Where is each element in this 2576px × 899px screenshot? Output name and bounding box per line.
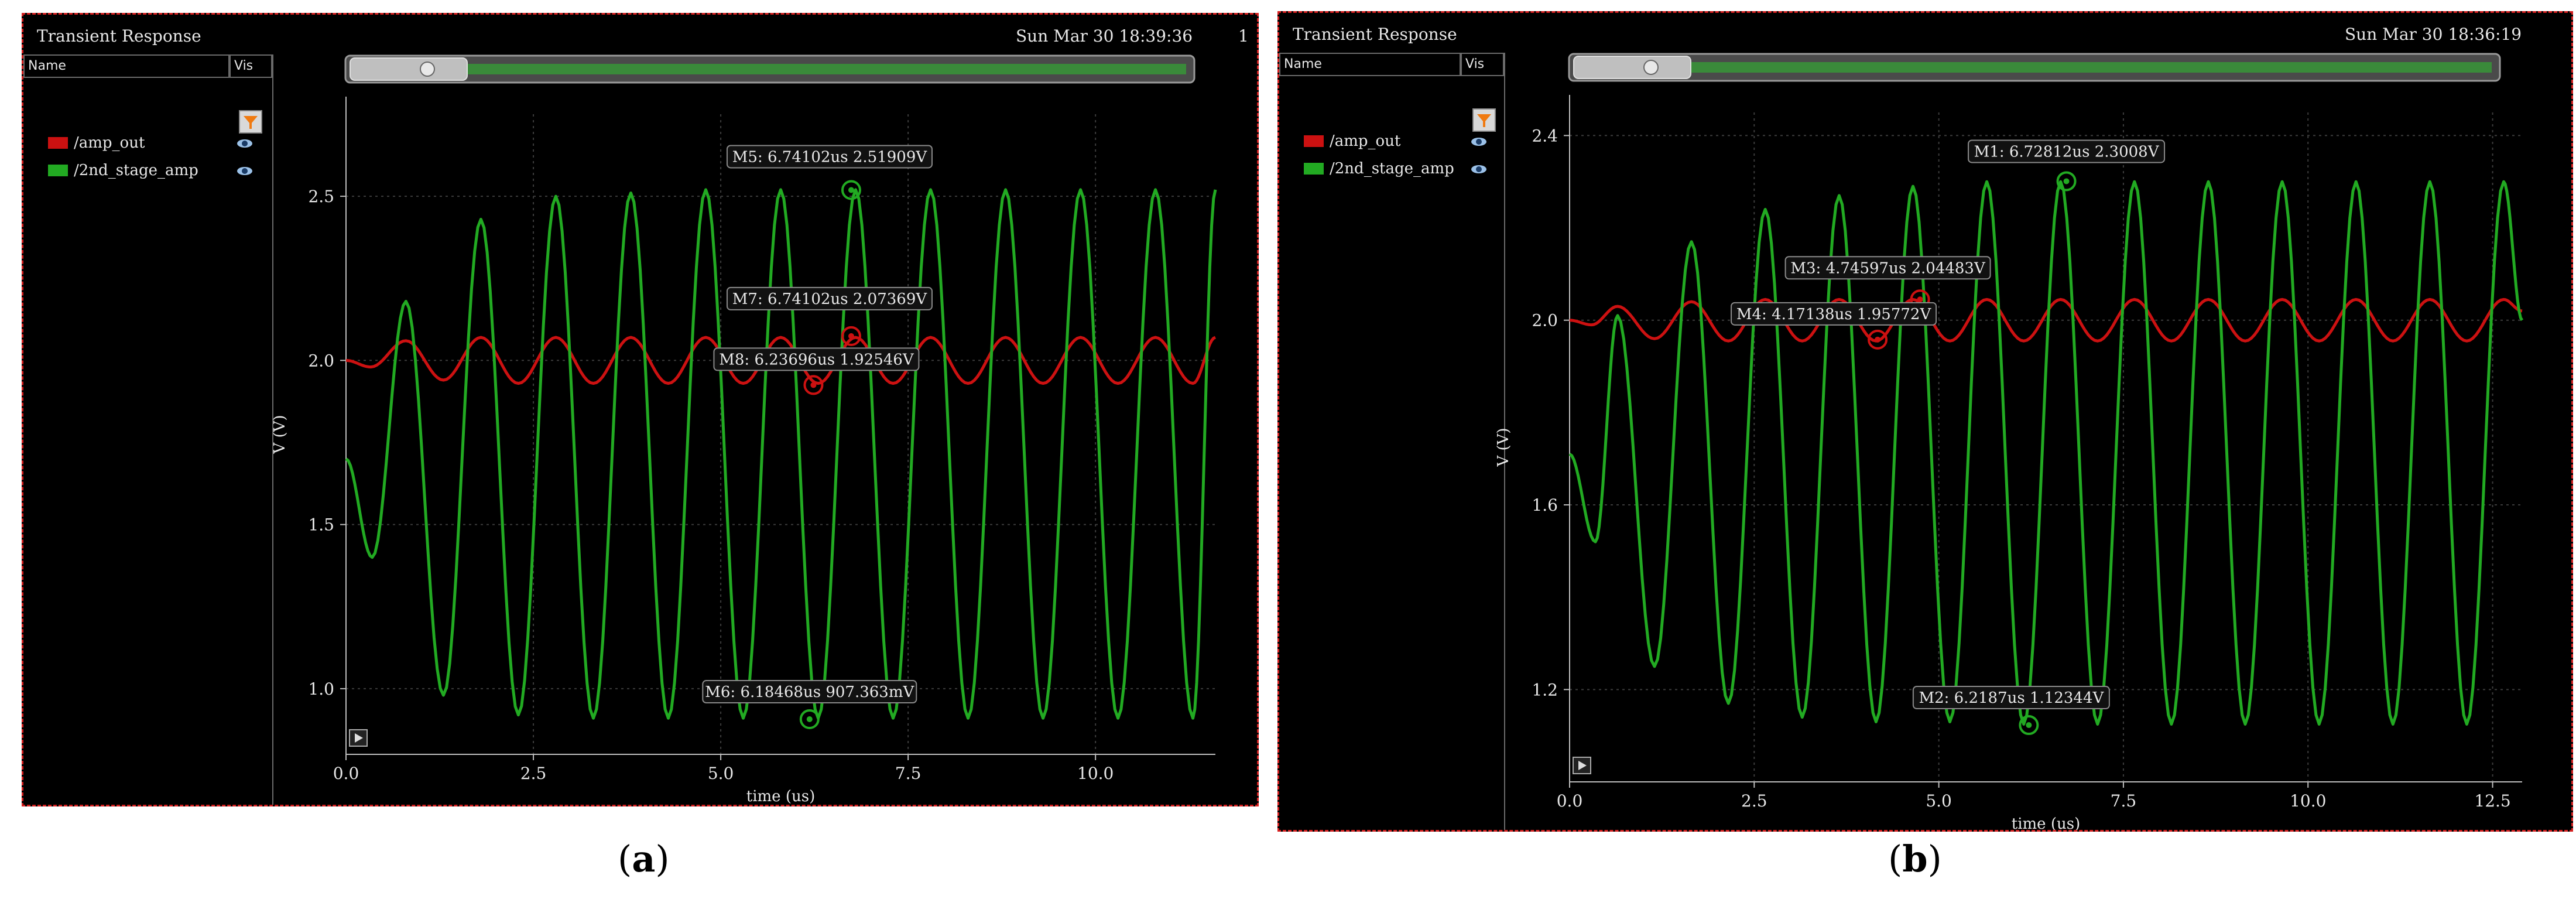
marker-label: M8: 6.23696us 1.92546V	[719, 351, 914, 368]
waveform-plot[interactable]: 0.0 2.5 5.0 7.5 10.0 1.0 1.5 2.0 2.5 time (us) V (…	[23, 15, 1259, 806]
x-tick-label: 7.5	[895, 764, 922, 783]
waveform-window-b: Transient Response Sun Mar 30 18:36:19 N…	[1277, 11, 2573, 832]
x-tick-label: 2.5	[1741, 791, 1767, 811]
marker-dot	[810, 382, 817, 388]
marker-dot	[2063, 178, 2070, 184]
marker-dot	[1875, 336, 1881, 343]
x-axis-label: time (us)	[2012, 815, 2080, 832]
scrollbar-grip-icon	[1643, 60, 1659, 75]
marker[interactable]: M7: 6.74102us 2.07369V	[726, 286, 933, 346]
series-line-2nd-stage-amp	[345, 188, 1217, 720]
scrollbar-thumb	[1573, 56, 1691, 79]
waveform-plot[interactable]: 0.0 2.5 5.0 7.5 10.0 12.5 1.2 1.6 2.0 2.4 time (us…	[1279, 13, 2573, 832]
y-axis-label: V (V)	[271, 415, 289, 454]
x-tick-label: 7.5	[2111, 791, 2137, 811]
x-tick-label: 10.0	[2290, 791, 2326, 811]
marker-label: M1: 6.72812us 2.3008V	[1974, 143, 2160, 160]
scrollbar-grip-icon	[420, 61, 435, 77]
zoom-scrollbar[interactable]	[344, 54, 1195, 84]
series-line-2nd-stage-amp	[1568, 180, 2524, 726]
marker[interactable]: M4: 4.17138us 1.95772V	[1731, 302, 1937, 350]
marker-label: M5: 6.74102us 2.51909V	[732, 148, 928, 166]
marker[interactable]: M8: 6.23696us 1.92546V	[713, 347, 920, 395]
marker-label: M7: 6.74102us 2.07369V	[732, 290, 928, 308]
marker-label: M6: 6.18468us 907.363mV	[705, 683, 914, 701]
marker-dot	[806, 716, 813, 723]
scrollbar-overview	[354, 64, 1186, 74]
marker-label: M3: 4.74597us 2.04483V	[1790, 259, 1986, 277]
scrollbar-thumb	[350, 57, 468, 81]
waveform-window-a: Transient Response Sun Mar 30 18:39:36 1…	[22, 13, 1259, 806]
scrollbar-overview	[1577, 62, 2492, 73]
y-tick-label: 2.4	[1532, 126, 1558, 145]
y-tick-label: 2.0	[308, 351, 334, 370]
grid	[1569, 112, 2522, 782]
y-tick-label: 1.5	[308, 515, 334, 535]
x-tick-label: 5.0	[708, 764, 734, 783]
y-tick-label: 1.2	[1532, 680, 1558, 699]
y-tick-label: 1.6	[1532, 495, 1558, 515]
y-tick-label: 2.5	[308, 187, 334, 206]
marker-dot	[848, 187, 854, 193]
marker-label: M4: 4.17138us 1.95772V	[1736, 306, 1932, 323]
y-tick-label: 1.0	[308, 679, 334, 699]
play-icon[interactable]	[1573, 757, 1591, 774]
play-icon[interactable]	[349, 729, 368, 747]
caption-b: (b)	[1888, 838, 1942, 880]
x-tick-label: 5.0	[1926, 791, 1952, 811]
y-tick-label: 2.0	[1532, 311, 1558, 330]
marker[interactable]: M6: 6.18468us 907.363mV	[702, 680, 917, 730]
marker-dot	[1917, 296, 1923, 303]
x-tick-label: 0.0	[1557, 791, 1583, 811]
x-axis-label: time (us)	[746, 788, 815, 805]
marker[interactable]: M3: 4.74597us 2.04483V	[1784, 256, 1991, 310]
marker[interactable]: M5: 6.74102us 2.51909V	[726, 145, 933, 200]
x-tick-label: 2.5	[520, 764, 547, 783]
y-axis-label: V (V)	[1495, 428, 1512, 467]
x-tick-label: 0.0	[333, 764, 359, 783]
x-tick-label: 10.0	[1077, 764, 1114, 783]
x-tick-label: 12.5	[2474, 791, 2510, 811]
caption-a: (a)	[618, 838, 670, 880]
marker-dot	[848, 333, 854, 339]
zoom-scrollbar[interactable]	[1568, 53, 2501, 82]
marker[interactable]: M2: 6.2187us 1.12344V	[1912, 686, 2110, 736]
marker-dot	[2026, 722, 2032, 729]
marker-label: M2: 6.2187us 1.12344V	[1919, 689, 2104, 707]
